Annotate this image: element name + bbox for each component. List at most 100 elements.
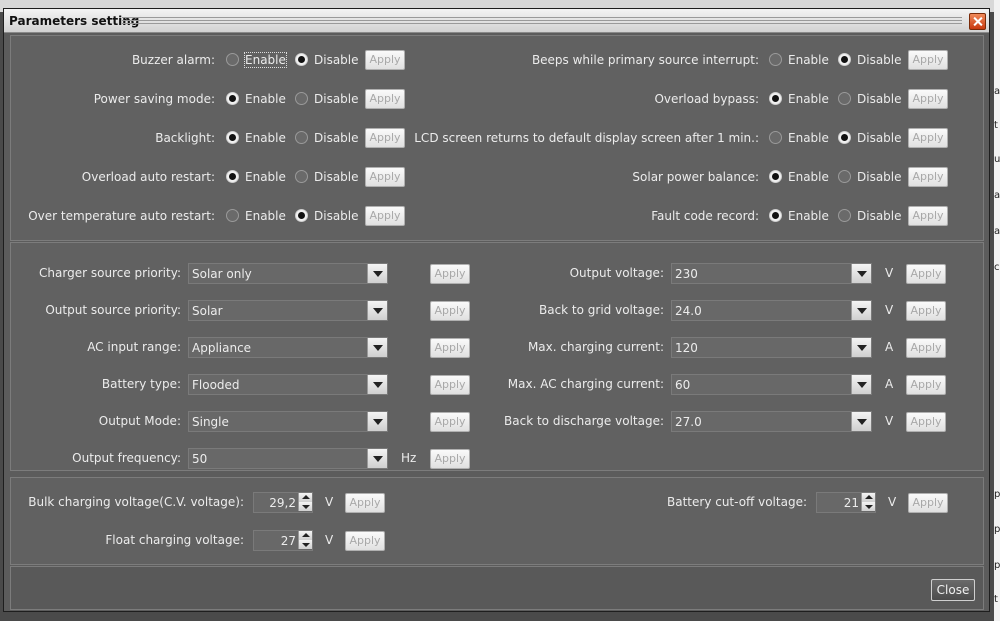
overload-auto-restart-disable-radio[interactable] bbox=[295, 170, 308, 183]
arrow-up-icon[interactable] bbox=[298, 531, 312, 540]
output-frequency-select[interactable]: 50 bbox=[188, 448, 388, 469]
bulk-charging-spinner[interactable]: 29,2 bbox=[253, 492, 313, 513]
backlight-disable-label[interactable]: Disable bbox=[314, 131, 359, 145]
buzzer-alarm-disable-label[interactable]: Disable bbox=[314, 53, 359, 67]
bulk-charging-unit: V bbox=[325, 495, 334, 509]
fault-code-enable-radio[interactable] bbox=[769, 209, 782, 222]
arrow-down-icon[interactable] bbox=[861, 502, 875, 511]
ac-input-range-select[interactable]: Appliance bbox=[188, 337, 388, 358]
max-ac-charging-current-apply-button[interactable]: Apply bbox=[906, 375, 946, 395]
chevron-down-icon[interactable] bbox=[367, 449, 387, 468]
backlight-enable-label[interactable]: Enable bbox=[245, 131, 286, 145]
buzzer-alarm-enable-radio[interactable] bbox=[226, 53, 239, 66]
power-saving-disable-label[interactable]: Disable bbox=[314, 92, 359, 106]
beeps-interrupt-enable-label[interactable]: Enable bbox=[788, 53, 829, 67]
buzzer-alarm-disable-radio[interactable] bbox=[295, 53, 308, 66]
output-priority-select[interactable]: Solar bbox=[188, 300, 388, 321]
over-temperature-enable-label[interactable]: Enable bbox=[245, 209, 286, 223]
float-charging-spinner[interactable]: 27 bbox=[253, 530, 313, 551]
chevron-down-icon[interactable] bbox=[367, 375, 387, 394]
battery-type-apply-button[interactable]: Apply bbox=[430, 375, 470, 395]
overload-auto-restart-disable-label[interactable]: Disable bbox=[314, 170, 359, 184]
arrow-down-icon[interactable] bbox=[298, 502, 312, 511]
overload-bypass-enable-label[interactable]: Enable bbox=[788, 92, 829, 106]
chevron-down-icon[interactable] bbox=[851, 375, 871, 394]
chevron-down-icon[interactable] bbox=[851, 412, 871, 431]
solar-balance-disable-label[interactable]: Disable bbox=[857, 170, 902, 184]
backlight-disable-radio[interactable] bbox=[295, 131, 308, 144]
output-voltage-apply-button[interactable]: Apply bbox=[906, 264, 946, 284]
lcd-return-apply-button[interactable]: Apply bbox=[908, 128, 948, 148]
back-to-discharge-apply-button[interactable]: Apply bbox=[906, 412, 946, 432]
power-saving-disable-radio[interactable] bbox=[295, 92, 308, 105]
over-temperature-enable-radio[interactable] bbox=[226, 209, 239, 222]
beeps-interrupt-enable-radio[interactable] bbox=[769, 53, 782, 66]
close-icon[interactable] bbox=[969, 13, 986, 30]
overload-bypass-apply-button[interactable]: Apply bbox=[908, 89, 948, 109]
power-saving-enable-radio[interactable] bbox=[226, 92, 239, 105]
chevron-down-icon[interactable] bbox=[851, 264, 871, 283]
fault-code-enable-label[interactable]: Enable bbox=[788, 209, 829, 223]
solar-balance-enable-radio[interactable] bbox=[769, 170, 782, 183]
overload-auto-restart-apply-button[interactable]: Apply bbox=[365, 167, 405, 187]
chevron-down-icon[interactable] bbox=[367, 301, 387, 320]
max-charging-current-apply-button[interactable]: Apply bbox=[906, 338, 946, 358]
output-frequency-apply-button[interactable]: Apply bbox=[430, 449, 470, 469]
chevron-down-icon[interactable] bbox=[367, 338, 387, 357]
solar-balance-enable-label[interactable]: Enable bbox=[788, 170, 829, 184]
chevron-down-icon[interactable] bbox=[851, 338, 871, 357]
back-to-grid-apply-button[interactable]: Apply bbox=[906, 301, 946, 321]
over-temperature-disable-label[interactable]: Disable bbox=[314, 209, 359, 223]
buzzer-alarm-enable-label[interactable]: Enable bbox=[244, 52, 287, 68]
beeps-interrupt-disable-radio[interactable] bbox=[838, 53, 851, 66]
chevron-down-icon[interactable] bbox=[851, 301, 871, 320]
arrow-up-icon[interactable] bbox=[298, 493, 312, 502]
lcd-return-enable-label[interactable]: Enable bbox=[788, 131, 829, 145]
overload-auto-restart-enable-radio[interactable] bbox=[226, 170, 239, 183]
output-mode-apply-button[interactable]: Apply bbox=[430, 412, 470, 432]
backlight-apply-button[interactable]: Apply bbox=[365, 128, 405, 148]
battery-type-select[interactable]: Flooded bbox=[188, 374, 388, 395]
float-charging-apply-button[interactable]: Apply bbox=[345, 531, 385, 551]
buzzer-alarm-apply-button[interactable]: Apply bbox=[365, 50, 405, 70]
fault-code-disable-label[interactable]: Disable bbox=[857, 209, 902, 223]
lcd-return-disable-label[interactable]: Disable bbox=[857, 131, 902, 145]
output-voltage-select[interactable]: 230 bbox=[671, 263, 872, 284]
max-charging-current-select[interactable]: 120 bbox=[671, 337, 872, 358]
beeps-interrupt-disable-label[interactable]: Disable bbox=[857, 53, 902, 67]
beeps-interrupt-apply-button[interactable]: Apply bbox=[908, 50, 948, 70]
backlight-enable-radio[interactable] bbox=[226, 131, 239, 144]
battery-cutoff-apply-button[interactable]: Apply bbox=[908, 493, 948, 513]
output-mode-select[interactable]: Single bbox=[188, 411, 388, 432]
charger-priority-select[interactable]: Solar only bbox=[188, 263, 388, 284]
max-charging-current-label: Max. charging current: bbox=[527, 340, 664, 354]
overload-bypass-enable-radio[interactable] bbox=[769, 92, 782, 105]
back-to-discharge-select[interactable]: 27.0 bbox=[671, 411, 872, 432]
arrow-up-icon[interactable] bbox=[861, 493, 875, 502]
fault-code-apply-button[interactable]: Apply bbox=[908, 206, 948, 226]
power-saving-enable-label[interactable]: Enable bbox=[245, 92, 286, 106]
chevron-down-icon[interactable] bbox=[367, 264, 387, 283]
charger-priority-apply-button[interactable]: Apply bbox=[430, 264, 470, 284]
lcd-return-disable-radio[interactable] bbox=[838, 131, 851, 144]
arrow-down-icon[interactable] bbox=[298, 540, 312, 549]
ac-input-range-apply-button[interactable]: Apply bbox=[430, 338, 470, 358]
fault-code-disable-radio[interactable] bbox=[838, 209, 851, 222]
over-temperature-disable-radio[interactable] bbox=[295, 209, 308, 222]
lcd-return-enable-radio[interactable] bbox=[769, 131, 782, 144]
overload-auto-restart-enable-label[interactable]: Enable bbox=[245, 170, 286, 184]
max-ac-charging-current-select[interactable]: 60 bbox=[671, 374, 872, 395]
overload-bypass-disable-radio[interactable] bbox=[838, 92, 851, 105]
battery-cutoff-spinner[interactable]: 21 bbox=[816, 492, 876, 513]
overload-bypass-disable-label[interactable]: Disable bbox=[857, 92, 902, 106]
chevron-down-icon[interactable] bbox=[367, 412, 387, 431]
close-button[interactable]: Close bbox=[931, 579, 975, 601]
solar-balance-apply-button[interactable]: Apply bbox=[908, 167, 948, 187]
dialog-titlebar[interactable]: Parameters setting bbox=[4, 9, 989, 33]
power-saving-apply-button[interactable]: Apply bbox=[365, 89, 405, 109]
bulk-charging-apply-button[interactable]: Apply bbox=[345, 493, 385, 513]
back-to-grid-select[interactable]: 24.0 bbox=[671, 300, 872, 321]
over-temperature-apply-button[interactable]: Apply bbox=[365, 206, 405, 226]
output-priority-apply-button[interactable]: Apply bbox=[430, 301, 470, 321]
solar-balance-disable-radio[interactable] bbox=[838, 170, 851, 183]
